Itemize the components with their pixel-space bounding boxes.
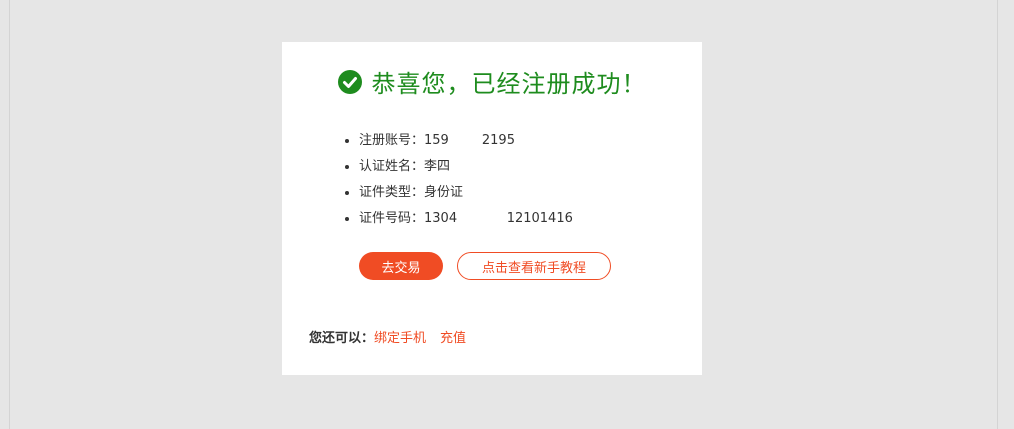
frame-left-border: [9, 0, 10, 429]
more-options: 您还可以：绑定手机 充值: [309, 327, 466, 346]
registration-success-card: 恭喜您，已经注册成功！ 注册账号：159 2195 认证姓名：李四 证件类型：身…: [282, 42, 702, 375]
success-title: 恭喜您，已经注册成功！: [371, 70, 647, 98]
account-info-list: 注册账号：159 2195 认证姓名：李四 证件类型：身份证 证件号码：1304…: [344, 128, 573, 232]
more-options-label: 您还可以：: [309, 331, 375, 346]
info-label: 证件类型：: [359, 185, 425, 200]
view-tutorial-button[interactable]: 点击查看新手教程: [457, 252, 611, 280]
info-item-name: 认证姓名：李四: [359, 154, 573, 180]
info-item-id-type: 证件类型：身份证: [359, 180, 573, 206]
info-label: 注册账号：: [359, 133, 425, 148]
frame-right-border: [997, 0, 998, 429]
info-label: 认证姓名：: [359, 159, 425, 174]
info-item-id-number: 证件号码：1304 12101416: [359, 206, 573, 232]
success-header: 恭喜您，已经注册成功！: [282, 64, 702, 99]
info-value: 李四: [424, 159, 451, 174]
action-buttons: 去交易 点击查看新手教程: [359, 252, 611, 280]
check-circle-icon: [337, 69, 362, 94]
info-value: 身份证: [424, 185, 464, 200]
go-trade-button[interactable]: 去交易: [359, 252, 443, 280]
bind-phone-link[interactable]: 绑定手机: [374, 331, 426, 346]
info-item-account: 注册账号：159 2195: [359, 128, 573, 154]
info-value: 1304 12101416: [424, 211, 573, 226]
recharge-link[interactable]: 充值: [440, 331, 466, 346]
info-label: 证件号码：: [359, 211, 425, 226]
info-value: 159 2195: [424, 133, 515, 148]
